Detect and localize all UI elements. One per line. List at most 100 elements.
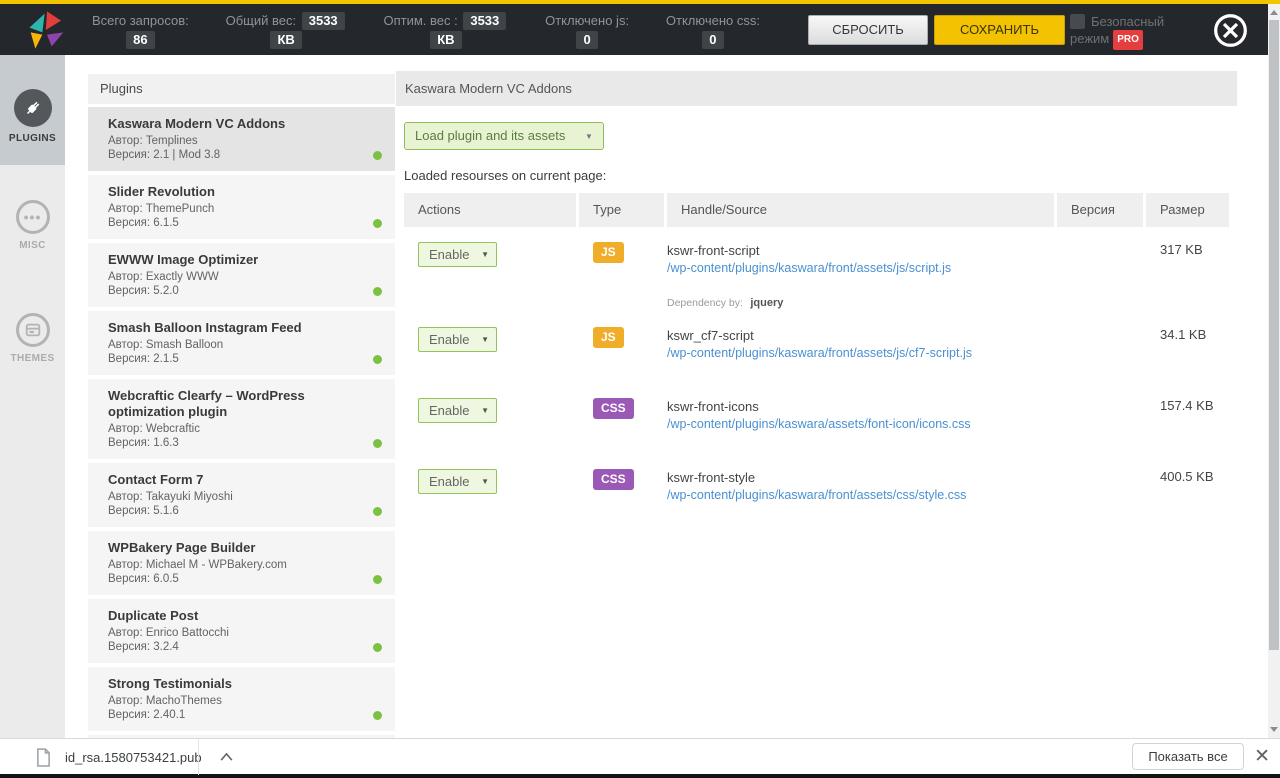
dependency-line: Dependency by: jquery (667, 293, 1054, 311)
plugin-title: Smash Balloon Instagram Feed (108, 320, 302, 335)
resource-version (1057, 327, 1143, 385)
resource-size: 157.4 KB (1160, 398, 1214, 413)
plugin-title: Strong Testimonials (108, 676, 232, 691)
resource-handle: kswr-front-icons (667, 399, 759, 414)
stat-unit: КВ (430, 30, 462, 49)
col-header-version: Версия (1057, 193, 1143, 227)
status-dot (373, 287, 382, 296)
app-logo-icon (29, 11, 64, 49)
list-item-wpbakery[interactable]: WPBakery Page Builder Автор: Michael M -… (88, 531, 395, 595)
resources-table: Actions Type Handle/Source Версия Размер… (404, 193, 1229, 527)
status-dot (373, 219, 382, 228)
stat-value: 0 (576, 30, 598, 49)
stat-label: Всего запросов: (92, 12, 189, 28)
action-select[interactable]: Enable ▼ (418, 469, 497, 494)
action-select[interactable]: Enable ▼ (418, 398, 497, 423)
stat-value: 0 (702, 30, 724, 49)
plugin-title: Kaswara Modern VC Addons (108, 116, 286, 131)
list-item-smash-balloon[interactable]: Smash Balloon Instagram Feed Автор: Smas… (88, 311, 395, 375)
safe-mode-toggle[interactable]: Безопасный режим PRO (1070, 13, 1210, 50)
pro-badge: PRO (1113, 30, 1143, 50)
plugin-title: Webcraftic Clearfy – WordPress optimizat… (108, 388, 305, 419)
sidebar-item-plugins[interactable]: PLUGINS (0, 55, 65, 165)
chevron-down-icon: ▼ (481, 406, 489, 415)
sidebar-item-misc[interactable]: ••• MISC (0, 200, 65, 251)
sidebar-item-label: THEMES (10, 353, 55, 364)
stat-total-weight: Общий вес: 3533 КВ (226, 11, 347, 49)
load-mode-value: Load plugin and its assets (415, 128, 566, 143)
sidebar-item-themes[interactable]: THEMES (0, 313, 65, 364)
download-bar: id_rsa.1580753421.pub Показать все ✕ (0, 738, 1280, 775)
list-item-strong-testimonials[interactable]: Strong Testimonials Автор: MachoThemes В… (88, 667, 395, 731)
save-button[interactable]: СОХРАНИТЬ (934, 15, 1065, 45)
resource-source-link[interactable]: /wp-content/plugins/kaswara/front/assets… (667, 345, 972, 361)
status-dot (373, 507, 382, 516)
status-dot (373, 711, 382, 720)
list-item-duplicate-post[interactable]: Duplicate Post Автор: Enrico Battocchi В… (88, 599, 395, 663)
scrollbar-down-icon[interactable] (1270, 727, 1278, 732)
resources-caption: Loaded resourses on current page: (404, 168, 607, 183)
stat-total-requests: Всего запросов: 86 (92, 11, 189, 49)
plugin-title: Slider Revolution (108, 184, 215, 199)
plugin-author: Автор: Michael M - WPBakery.com (108, 559, 287, 571)
close-icon[interactable] (1212, 12, 1249, 49)
scrollbar-thumb[interactable] (1269, 20, 1279, 650)
safe-mode-label: Безопасный (1091, 14, 1165, 29)
status-dot (373, 151, 382, 160)
resource-source-link[interactable]: /wp-content/plugins/kaswara/front/assets… (667, 487, 966, 503)
plugins-panel: Plugins Kaswara Modern VC Addons Автор: … (88, 74, 395, 738)
plugin-title: Contact Form 7 (108, 472, 204, 487)
load-mode-select[interactable]: Load plugin and its assets ▼ (404, 122, 604, 150)
plugin-author: Автор: ThemePunch (108, 203, 215, 215)
plugin-author: Автор: Exactly WWW (108, 271, 219, 283)
safe-mode-label-2: режим (1070, 31, 1110, 46)
topbar-stats: Всего запросов: 86 Общий вес: 3533 КВ Оп… (92, 4, 760, 55)
stat-value: 86 (126, 30, 155, 49)
chevron-up-icon[interactable] (220, 753, 233, 761)
plugin-version: Версия: 5.1.6 (108, 505, 179, 517)
plugin-version: Версия: 6.1.5 (108, 217, 179, 229)
plugin-version: Версия: 2.1.5 (108, 353, 179, 365)
type-badge: CSS (593, 469, 634, 490)
resource-source-link[interactable]: /wp-content/plugins/kaswara/front/assets… (667, 260, 951, 276)
dependency-label: Dependency by: (667, 297, 743, 309)
page-title: Kaswara Modern VC Addons (396, 71, 1237, 106)
plugin-version: Версия: 5.2.0 (108, 285, 179, 297)
status-dot (373, 575, 382, 584)
col-header-handle: Handle/Source (667, 193, 1054, 227)
list-item-slider-revolution[interactable]: Slider Revolution Автор: ThemePunch Верс… (88, 175, 395, 239)
show-all-button[interactable]: Показать все (1132, 743, 1244, 770)
plugins-panel-header: Plugins (88, 74, 395, 104)
scrollbar-up-icon[interactable] (1270, 10, 1278, 15)
download-item[interactable]: id_rsa.1580753421.pub (36, 739, 233, 775)
plugin-author: Автор: Takayuki Miyoshi (108, 491, 233, 503)
list-item-clearfy[interactable]: Webcraftic Clearfy – WordPress optimizat… (88, 379, 395, 459)
action-select[interactable]: Enable ▼ (418, 327, 497, 352)
topbar: Всего запросов: 86 Общий вес: 3533 КВ Оп… (0, 4, 1268, 55)
reset-button[interactable]: СБРОСИТЬ (808, 15, 928, 45)
list-item-contact-form-7[interactable]: Contact Form 7 Автор: Takayuki Miyoshi В… (88, 463, 395, 527)
plugin-title: EWWW Image Optimizer (108, 252, 259, 267)
plugin-version: Версия: 6.0.5 (108, 573, 179, 585)
close-download-bar-icon[interactable]: ✕ (1254, 745, 1270, 769)
stat-optimized-weight: Оптим. вес : 3533 КВ (383, 11, 508, 49)
col-header-size: Размер (1146, 193, 1229, 227)
action-select[interactable]: Enable ▼ (418, 242, 497, 267)
vertical-scrollbar[interactable] (1268, 4, 1280, 738)
main-panel: Kaswara Modern VC Addons Load plugin and… (396, 71, 1237, 738)
resource-size: 317 KB (1160, 242, 1203, 257)
table-row: Enable ▼ CSS kswr-front-style /wp-conten… (404, 456, 1229, 527)
stat-value: 3533 (301, 11, 345, 30)
table-header-row: Actions Type Handle/Source Версия Размер (404, 193, 1229, 227)
resource-handle: kswr-front-script (667, 243, 760, 258)
action-value: Enable (429, 474, 470, 489)
type-badge: CSS (593, 398, 634, 419)
safe-mode-checkbox[interactable] (1070, 14, 1085, 29)
stat-disabled-js: Отключено js: 0 (545, 11, 629, 49)
list-item-ewww[interactable]: EWWW Image Optimizer Автор: Exactly WWW … (88, 243, 395, 307)
resource-handle: kswr-front-style (667, 470, 756, 485)
list-item-kaswara[interactable]: Kaswara Modern VC Addons Автор: Templine… (88, 107, 395, 171)
status-dot (373, 439, 382, 448)
resource-source-link[interactable]: /wp-content/plugins/kaswara/assets/font-… (667, 416, 971, 432)
table-row: Enable ▼ CSS kswr-front-icons /wp-conten… (404, 385, 1229, 456)
